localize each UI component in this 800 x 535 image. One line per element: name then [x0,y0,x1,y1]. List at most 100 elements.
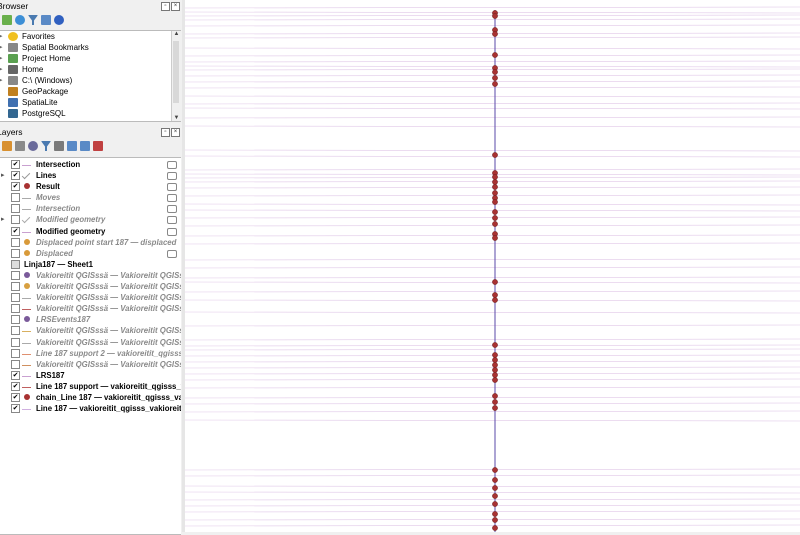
expand-arrow-icon[interactable]: ▸ [1,171,5,179]
layer-row[interactable]: Vakioreitit QGISssä — Vakioreitit QGISss… [0,303,181,314]
layer-visibility-checkbox[interactable] [11,282,20,292]
route-line [185,95,800,98]
layer-indicator-icon[interactable] [167,183,177,192]
route-point [492,352,498,358]
expand-arrow-icon[interactable]: ▸ [0,54,3,62]
layer-indicator-icon[interactable] [167,227,177,236]
layer-row[interactable]: Moves [0,192,181,203]
layer-row[interactable]: ✔ Intersection [0,159,181,170]
info-icon[interactable] [54,15,64,25]
layer-row[interactable]: LRSEvents187 [0,314,181,325]
expand-arrow-icon[interactable]: ▸ [0,32,3,40]
route-point [492,279,498,285]
layer-row[interactable]: ✔ LRS187 [0,370,181,381]
layer-visibility-checkbox[interactable] [11,215,20,225]
layer-row[interactable]: Line 187 support 2 — vakioreitit_qgisss_… [0,348,181,359]
browser-item[interactable]: ▸ Project Home [0,53,181,64]
geopackage-icon [8,87,18,96]
layer-row[interactable]: ✔ Line 187 support — vakioreitit_qgisss_v… [0,381,181,392]
browser-item[interactable]: ▸ Favorites [0,31,181,42]
filter-icon[interactable] [28,15,38,25]
browser-item[interactable]: ▸ C:\ (Windows) [0,75,181,86]
layer-row[interactable]: ▸ Modified geometry [0,214,181,225]
layer-visibility-checkbox[interactable] [11,293,20,303]
layer-row[interactable]: Intersection [0,203,181,214]
expand-arrow-icon[interactable]: ▸ [1,215,5,223]
map-canvas[interactable] [185,0,800,532]
layers-tree[interactable]: ✔ Intersection ▸ ✔ Lines ✔ Result Moves Intersec… [0,157,181,535]
layer-visibility-checkbox[interactable] [11,337,20,347]
layer-indicator-icon[interactable] [167,194,177,203]
layer-visibility-checkbox[interactable]: ✔ [11,392,20,402]
layer-visibility-checkbox[interactable]: ✔ [11,226,20,236]
layer-row[interactable]: Displaced [0,248,181,259]
layer-row[interactable]: Vakioreitit QGISssä — Vakioreitit QGISss… [0,292,181,303]
expand-arrow-icon[interactable]: ▸ [0,65,3,73]
collapse-all-icon[interactable] [41,15,51,25]
expand-arrow-icon[interactable]: ▸ [0,76,3,84]
layer-visibility-checkbox[interactable]: ✔ [11,160,20,169]
layer-visibility-checkbox[interactable] [11,348,20,358]
filter-icon[interactable] [41,141,51,151]
layer-row[interactable]: Linja187 — Sheet1 [0,259,181,270]
layer-indicator-icon[interactable] [167,161,177,169]
layer-row[interactable]: Vakioreitit QGISssä — Vakioreitit QGISss… [0,270,181,281]
layer-indicator-icon[interactable] [167,205,177,214]
style-icon[interactable] [2,141,12,151]
layer-visibility-checkbox[interactable] [11,237,20,247]
layer-indicator-icon[interactable] [167,172,177,181]
browser-item[interactable]: ▸ Spatial Bookmarks [0,42,181,53]
collapse-all-icon[interactable] [80,141,90,151]
layer-visibility-checkbox[interactable] [11,270,20,280]
layer-visibility-checkbox[interactable]: ✔ [11,171,20,181]
layer-row[interactable]: Vakioreitit QGISssä — Vakioreitit QGISss… [0,281,181,292]
browser-item[interactable]: PostgreSQL [0,108,181,119]
layer-visibility-checkbox[interactable]: ✔ [11,370,20,380]
point-symbol-icon [24,183,30,190]
layer-row[interactable]: Displaced point start 187 — displaced [0,237,181,248]
layer-visibility-checkbox[interactable] [11,359,20,369]
layer-indicator-icon[interactable] [167,249,177,258]
layer-row[interactable]: Vakioreitit QGISssä — Vakioreitit QGISss… [0,359,181,370]
layer-visibility-checkbox[interactable]: ✔ [11,381,20,391]
layer-row[interactable]: ✔ Result [0,181,181,192]
float-panel-button[interactable]: ▫ [161,2,170,11]
close-panel-button[interactable]: × [171,128,180,137]
browser-item[interactable]: SpatiaLite [0,97,181,108]
layer-row[interactable]: ▸ ✔ Lines [0,170,181,181]
layer-visibility-checkbox[interactable] [11,315,20,325]
browser-tree[interactable]: ▸ Favorites ▸ Spatial Bookmarks ▸ Project Hom… [0,30,181,122]
filter-expression-icon[interactable] [54,141,64,151]
layer-visibility-checkbox[interactable]: ✔ [11,182,20,192]
browser-scrollbar[interactable]: ▲ ▼ [171,31,181,121]
layer-row[interactable]: ✔ Line 187 — vakioreitit_qgisss_vakioreit… [0,403,181,414]
layer-visibility-checkbox[interactable]: ✔ [11,404,20,414]
layers-panel-title: Layers [0,127,23,137]
float-panel-button[interactable]: ▫ [161,128,170,137]
browser-item[interactable]: GeoPackage [0,86,181,97]
layer-row[interactable]: ✔ Modified geometry [0,226,181,237]
remove-layer-icon[interactable] [93,141,103,151]
route-point [492,199,498,205]
add-group-icon[interactable] [15,141,25,151]
layer-visibility-checkbox[interactable] [11,326,20,336]
browser-item[interactable]: ▸ Home [0,64,181,75]
route-line [185,290,800,293]
layer-visibility-checkbox[interactable] [11,248,20,258]
expand-all-icon[interactable] [67,141,77,151]
layer-visibility-checkbox[interactable] [11,204,20,214]
layer-visibility-checkbox[interactable] [11,193,20,203]
layer-visibility-checkbox[interactable] [11,304,20,314]
route-point [492,152,498,158]
eye-icon[interactable] [28,141,38,151]
close-panel-button[interactable]: × [171,2,180,11]
refresh-icon[interactable] [15,15,25,25]
point-symbol-icon [24,316,30,323]
layer-indicator-icon[interactable] [167,216,177,225]
layer-row[interactable]: Vakioreitit QGISssä — Vakioreitit QGISss… [0,325,181,336]
layer-row[interactable]: Vakioreitit QGISssä — Vakioreitit QGISss… [0,337,181,348]
layer-row[interactable]: ✔ chain_Line 187 — vakioreitit_qgisss_vak… [0,392,181,403]
expand-arrow-icon[interactable]: ▸ [0,43,3,51]
add-selected-icon[interactable] [2,15,12,25]
layer-label: Moves [36,193,61,203]
